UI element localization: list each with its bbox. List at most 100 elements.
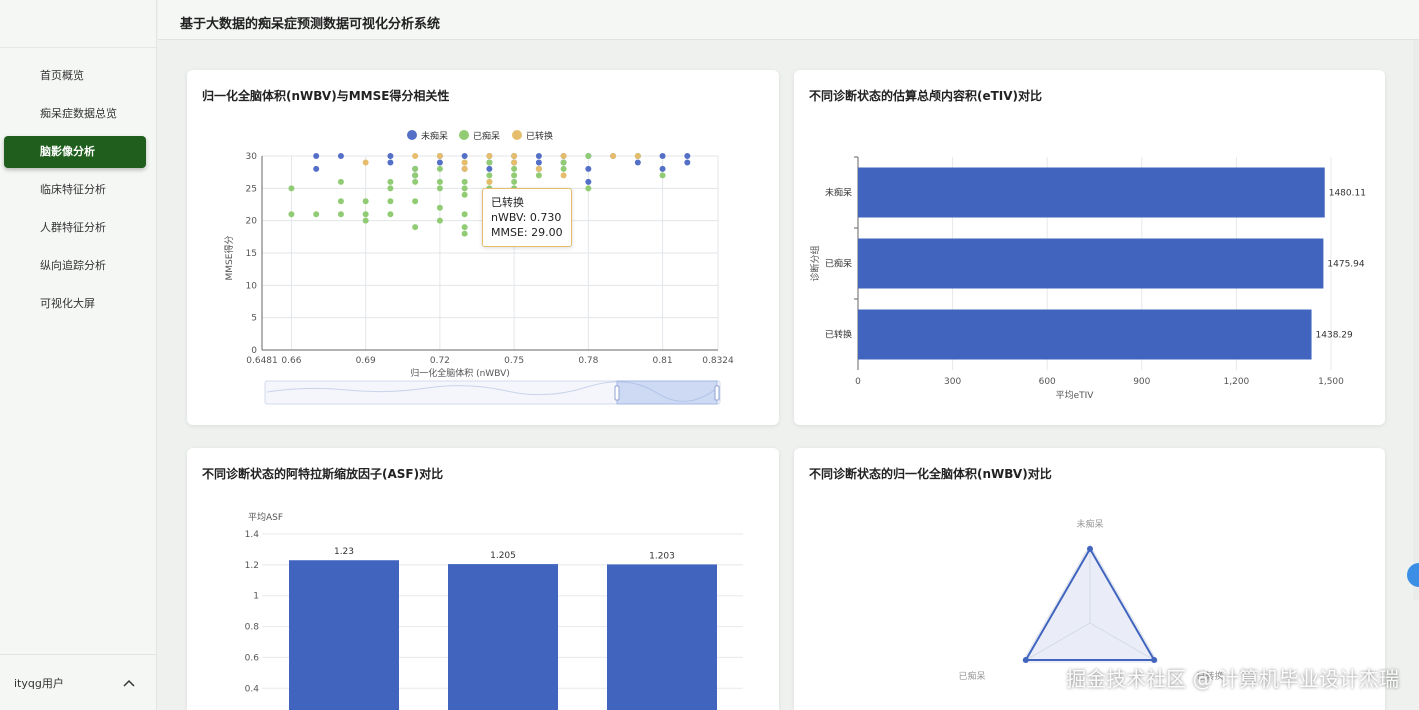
sidebar-item-population[interactable]: 人群特征分析 <box>4 212 146 244</box>
y-tick-label: 1.2 <box>245 561 259 571</box>
scatter-point <box>486 159 493 166</box>
scatter-point <box>436 185 443 192</box>
sidebar-item-big-screen[interactable]: 可视化大屏 <box>4 288 146 320</box>
sidebar-item-longitudinal[interactable]: 纵向追踪分析 <box>4 250 146 282</box>
etiv-chart[interactable]: 0 300 600 900 1,200 1,500 1480.11 未痴呆 1475.94 已痴呆… <box>794 70 1385 425</box>
legend-label: 已痴呆 <box>473 130 500 142</box>
scatter-point <box>412 153 419 159</box>
scatter-point <box>412 224 419 231</box>
etiv-value-label: 1438.29 <box>1316 331 1353 341</box>
page-title: 基于大数据的痴呆症预测数据可视化分析系统 <box>180 17 441 32</box>
chevron-up-icon[interactable] <box>123 679 135 687</box>
scatter-card: 归一化全脑体积(nWBV)与MMSE得分相关性 未痴呆 已痴呆 已转换 0 5 10 15 2… <box>187 70 779 425</box>
sidebar-item-clinical[interactable]: 临床特征分析 <box>4 174 146 206</box>
float-toggle-button[interactable] <box>1407 563 1419 587</box>
scatter-point <box>486 178 493 185</box>
y-tick-label: 30 <box>246 152 258 162</box>
sidebar-item-brain-imaging[interactable]: 脑影像分析 <box>4 136 146 168</box>
x-tick-label: 1,200 <box>1224 377 1250 387</box>
scatter-point <box>461 178 468 185</box>
y-tick-label: 20 <box>246 217 258 227</box>
asf-value-label: 1.203 <box>649 551 675 561</box>
top-header: 基于大数据的痴呆症预测数据可视化分析系统 <box>158 0 1419 40</box>
scatter-point <box>387 178 394 185</box>
scatter-point <box>684 159 691 166</box>
legend-marker <box>512 130 522 140</box>
scatter-point <box>288 185 295 192</box>
scatter-point <box>461 153 468 159</box>
y-tick-label: 15 <box>246 249 257 259</box>
scatter-point <box>387 159 394 166</box>
y-tick-label: 0.6 <box>245 653 260 663</box>
radar-point <box>1087 545 1093 552</box>
etiv-category-label: 未痴呆 <box>825 187 852 199</box>
scatter-chart[interactable]: 未痴呆 已痴呆 已转换0510152025300.6481 0.66 0.69 0.72 0… <box>187 70 779 425</box>
scatter-point <box>486 165 493 172</box>
scatter-point <box>461 224 468 231</box>
etiv-category-label: 已转换 <box>825 329 852 341</box>
scatter-point <box>634 159 641 166</box>
scatter-point <box>535 153 542 159</box>
scatter-point <box>362 198 369 205</box>
scatter-point <box>634 153 641 159</box>
y-tick-label: 0 <box>251 346 257 356</box>
sidebar-item-home[interactable]: 首页概览 <box>4 60 146 92</box>
scatter-point <box>560 165 567 172</box>
scatter-point <box>610 153 617 159</box>
scatter-point <box>560 159 567 166</box>
legend-label: 已转换 <box>526 130 553 142</box>
scatter-point <box>461 165 468 172</box>
sidebar: 首页概览 痴呆症数据总览 脑影像分析 临床特征分析 人群特征分析 纵向追踪分析 … <box>0 0 157 710</box>
scatter-point <box>684 153 691 159</box>
y-axis-label: 诊断分组 <box>809 245 821 281</box>
x-tick-label: 0.8324 <box>702 356 734 366</box>
scatter-point <box>461 191 468 198</box>
radar-point <box>1022 657 1029 664</box>
scatter-point <box>659 165 666 172</box>
scatter-point <box>362 211 369 218</box>
scatter-point <box>313 153 320 159</box>
scatter-point <box>362 159 369 166</box>
x-axis-label: 归一化全脑体积 (nWBV) <box>410 367 510 379</box>
y-tick-label: 5 <box>251 314 257 324</box>
page-scrollbar[interactable] <box>1413 40 1419 600</box>
y-tick-label: 10 <box>246 281 258 291</box>
asf-chart[interactable]: 平均ASF 0.4 0.6 0.8 1 1.2 1.4 1.23 1.205 1.203 <box>187 448 779 710</box>
scatter-point <box>535 172 542 179</box>
scatter-point <box>511 165 518 172</box>
tooltip-nwbv: nWBV: 0.730 <box>491 211 562 224</box>
x-tick-label: 0.72 <box>430 356 450 366</box>
etiv-value-label: 1480.11 <box>1329 189 1366 199</box>
asf-bar <box>607 564 717 710</box>
scatter-point <box>560 153 567 159</box>
radar-indicator-label: 已痴呆 <box>958 670 985 682</box>
user-menu[interactable]: ityqg用户 <box>0 654 157 710</box>
y-tick-label: 25 <box>246 184 257 194</box>
radar-indicator-label: 未痴呆 <box>1076 518 1103 530</box>
scatter-point <box>412 178 419 185</box>
scatter-point <box>511 153 518 159</box>
datazoom-handle-left <box>614 385 620 401</box>
legend-label: 未痴呆 <box>421 130 448 142</box>
asf-value-label: 1.23 <box>334 547 354 557</box>
scatter-point <box>436 159 443 166</box>
y-tick-label: 1 <box>253 592 259 602</box>
y-tick-label: 1.4 <box>245 530 260 540</box>
y-axis-label: MMSE得分 <box>223 236 235 281</box>
scatter-point <box>560 172 567 179</box>
scatter-point <box>337 211 344 218</box>
x-tick-label: 0.69 <box>356 356 376 366</box>
scatter-point <box>461 230 468 237</box>
sidebar-header <box>0 0 156 48</box>
tooltip-mmse: MMSE: 29.00 <box>491 226 563 239</box>
x-tick-label: 0.75 <box>504 356 524 366</box>
scatter-point <box>585 165 592 172</box>
scatter-point <box>461 211 468 218</box>
scatter-point <box>387 211 394 218</box>
y-tick-label: 0.8 <box>245 623 260 633</box>
x-tick-label: 300 <box>944 377 961 387</box>
scatter-point <box>313 165 320 172</box>
watermark: 掘金技术社区 @ 计算机毕业设计杰瑞 <box>1066 667 1399 691</box>
scatter-point <box>486 172 493 179</box>
sidebar-item-data-overview[interactable]: 痴呆症数据总览 <box>4 98 146 130</box>
